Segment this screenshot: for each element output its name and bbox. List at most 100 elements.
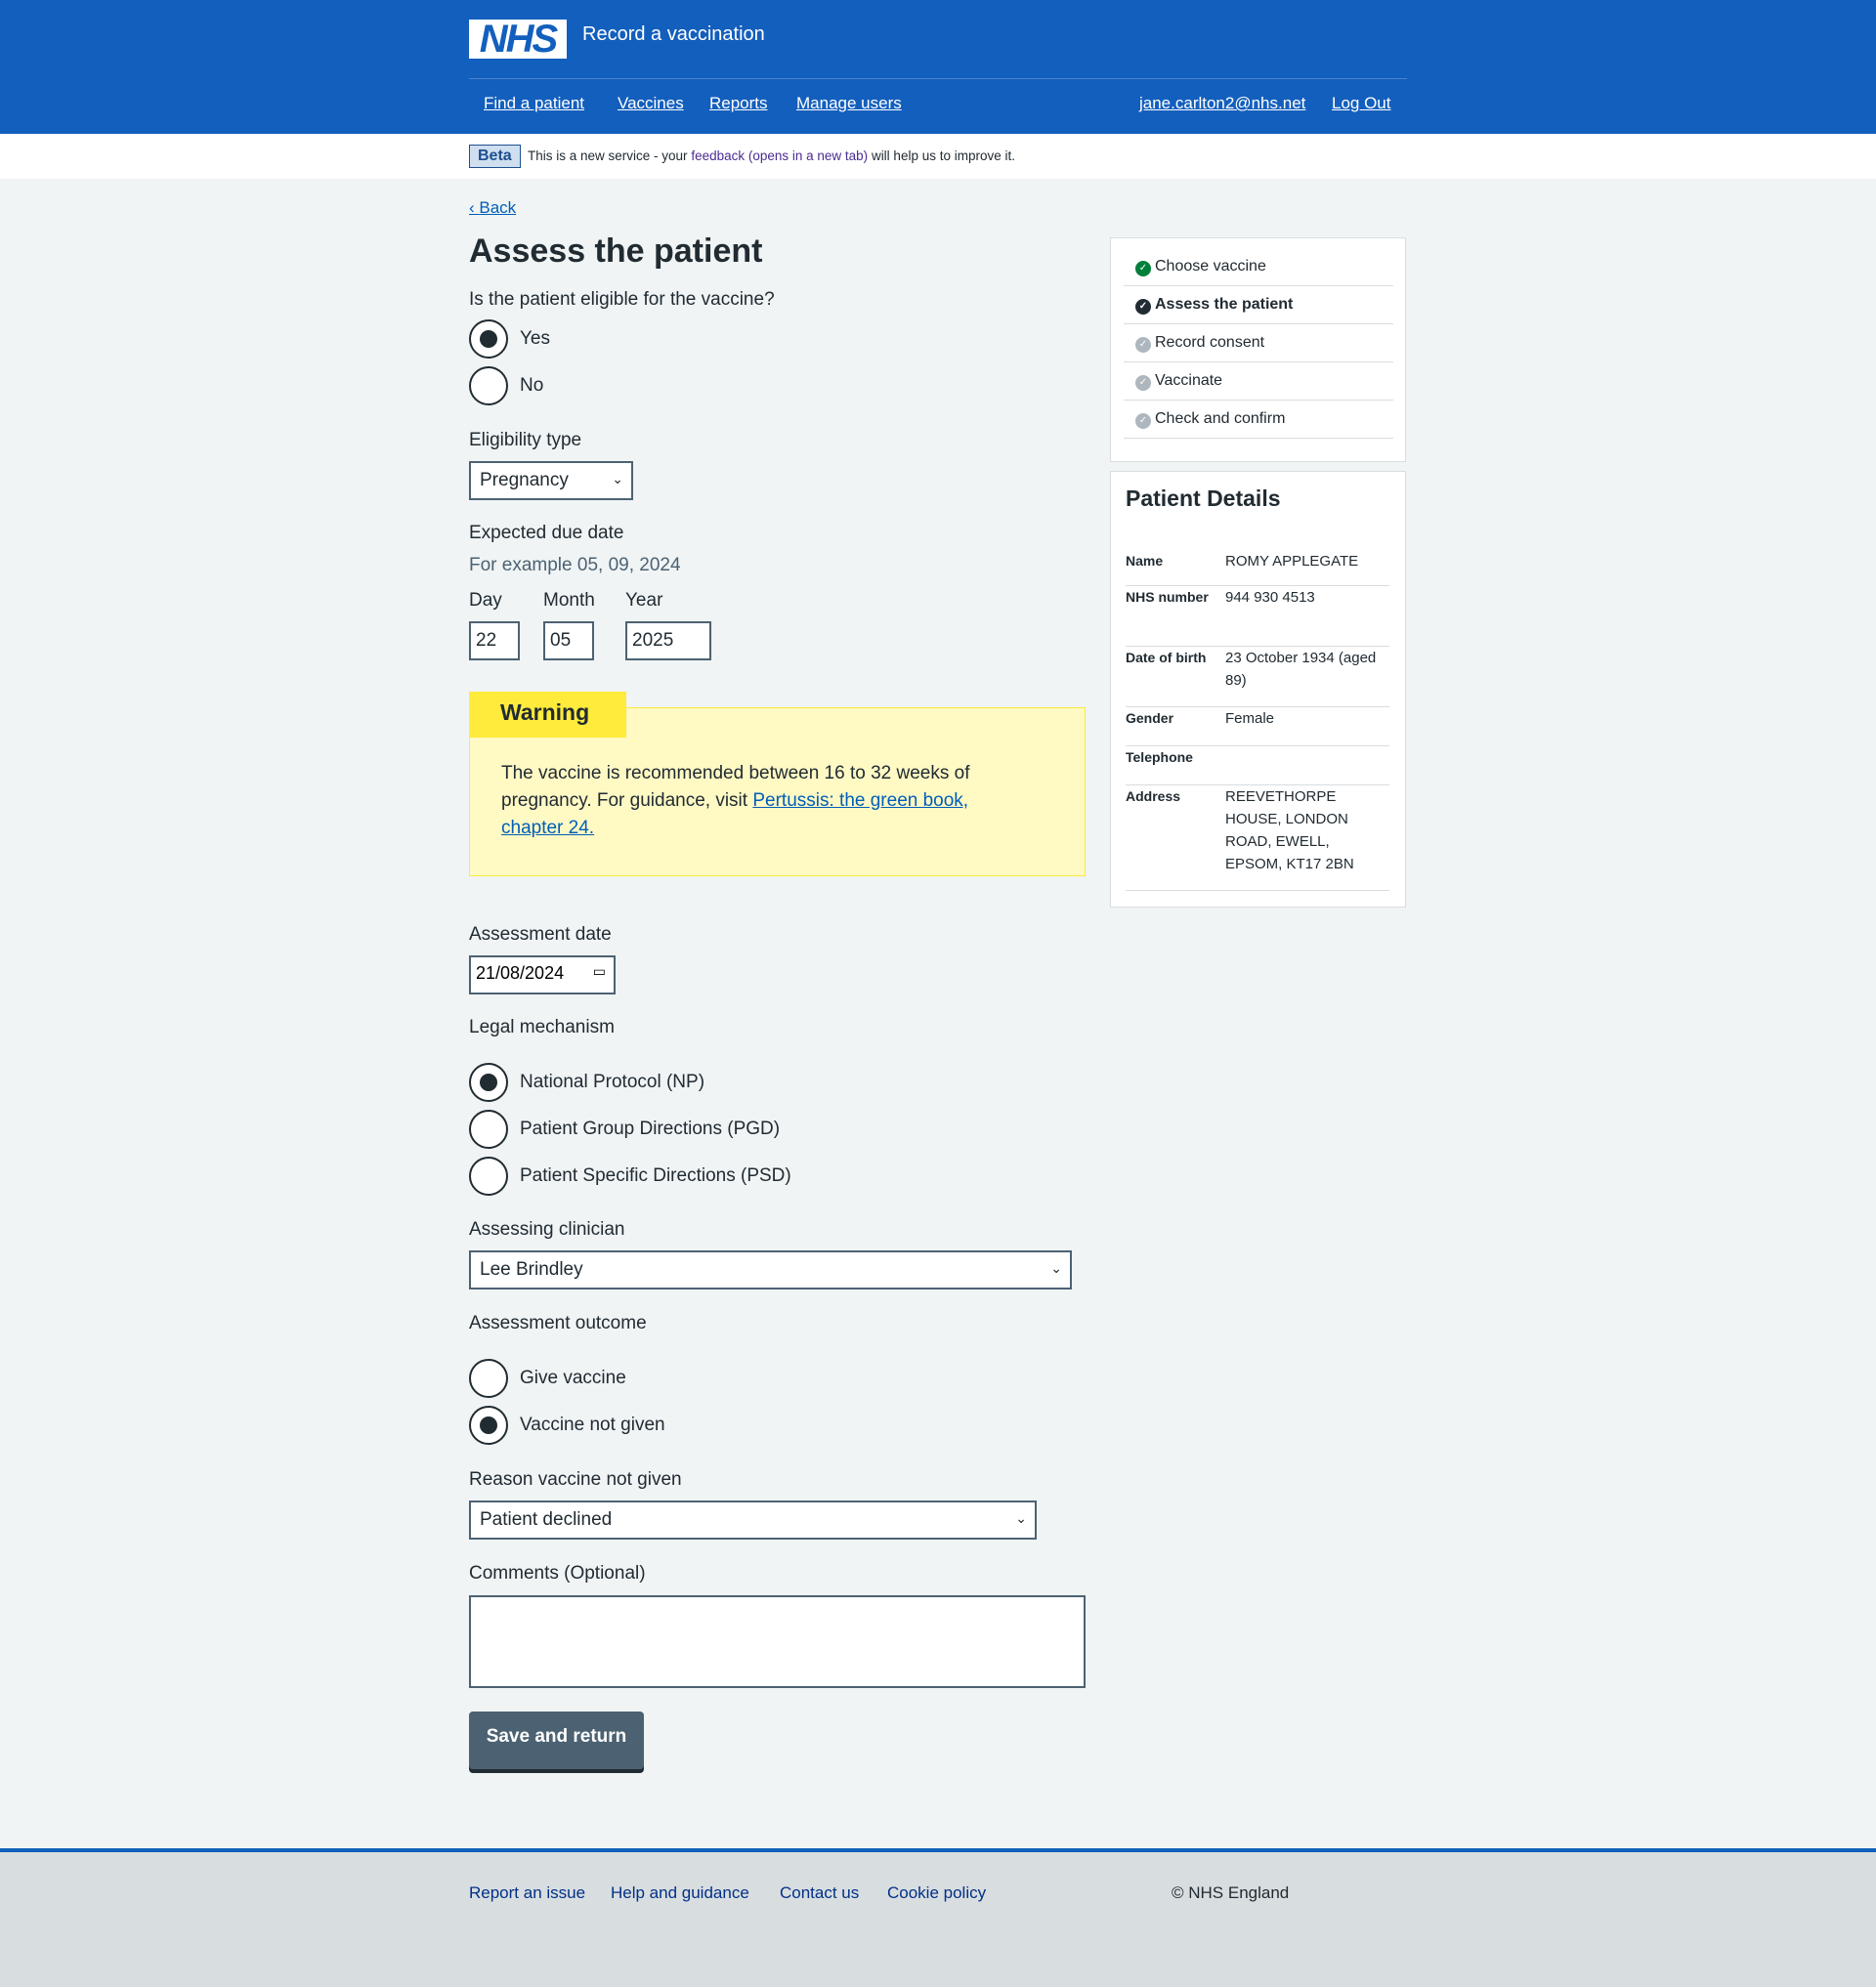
row-value: REEVETHORPE HOUSE, LONDON ROAD, EWELL, E… [1225, 788, 1354, 872]
check-circle-icon: ✓ [1135, 261, 1151, 276]
radio-not-given-label[interactable]: Vaccine not given [520, 1415, 665, 1436]
assessment-date-label: Assessment date [469, 924, 612, 945]
radio-no-label[interactable]: No [520, 375, 543, 397]
row-key: Date of birth [1126, 650, 1207, 665]
footer-help[interactable]: Help and guidance [611, 1883, 749, 1903]
step-check-and-confirm[interactable]: ✓ Check and confirm [1124, 401, 1393, 439]
footer-cookie[interactable]: Cookie policy [887, 1883, 986, 1903]
patient-row: Gender Female [1126, 707, 1389, 746]
legal-mechanism-label: Legal mechanism [469, 1017, 615, 1037]
eligibility-type-value: Pregnancy [480, 470, 569, 490]
footer-contact[interactable]: Contact us [780, 1883, 859, 1903]
patient-row: NHS number 944 930 4513 [1126, 586, 1389, 647]
row-value: 23 October 1934 (aged 89) [1225, 650, 1377, 689]
radio-pgd[interactable] [469, 1110, 508, 1149]
clinician-label: Assessing clinician [469, 1219, 625, 1240]
eligibility-type-select[interactable]: Pregnancy ⌄ [469, 461, 633, 500]
assessment-date-value: 21/08/2024 [476, 963, 565, 983]
row-value: 944 930 4513 [1225, 589, 1315, 606]
due-date-hint: For example 05, 09, 2024 [469, 555, 681, 575]
reason-select[interactable]: Patient declined ⌄ [469, 1501, 1037, 1540]
patient-row: Telephone [1126, 746, 1389, 785]
beta-tag: Beta [469, 145, 521, 168]
radio-psd[interactable] [469, 1157, 508, 1196]
radio-pgd-label[interactable]: Patient Group Directions (PGD) [520, 1119, 780, 1140]
back-label: Back [479, 198, 517, 217]
warning-text: The vaccine is recommended between 16 to… [501, 760, 1009, 842]
check-circle-icon: ✓ [1135, 337, 1151, 353]
radio-yes[interactable] [469, 319, 508, 359]
patient-row: Address REEVETHORPE HOUSE, LONDON ROAD, E… [1126, 785, 1389, 891]
user-email-link[interactable]: jane.carlton2@nhs.net [1139, 94, 1305, 113]
patient-details-title: Patient Details [1126, 486, 1281, 511]
step-label: Record consent [1155, 334, 1265, 351]
row-value: Female [1225, 710, 1275, 727]
step-choose-vaccine[interactable]: ✓ Choose vaccine [1124, 248, 1393, 286]
comments-label: Comments (Optional) [469, 1563, 646, 1584]
chevron-left-icon: ‹ [469, 198, 480, 217]
comments-textarea[interactable] [469, 1595, 1086, 1688]
step-record-consent[interactable]: ✓ Record consent [1124, 324, 1393, 362]
logout-link[interactable]: Log Out [1332, 94, 1391, 113]
due-date-label: Expected due date [469, 523, 624, 543]
row-key: NHS number [1126, 589, 1209, 605]
row-value: ROMY APPLEGATE [1225, 553, 1359, 570]
page-title: Assess the patient [469, 233, 763, 270]
radio-no[interactable] [469, 366, 508, 405]
day-input[interactable]: 22 [469, 621, 520, 660]
header [0, 0, 1876, 134]
nav-manage-users[interactable]: Manage users [796, 94, 902, 113]
chevron-down-icon: ⌄ [1050, 1260, 1062, 1276]
back-link[interactable]: ‹ Back [469, 198, 516, 218]
divider [469, 78, 1407, 79]
copyright: © NHS England [1172, 1883, 1290, 1902]
row-key: Telephone [1126, 749, 1193, 765]
row-key: Address [1126, 788, 1181, 804]
step-label: Choose vaccine [1155, 258, 1266, 275]
nhs-logo[interactable]: NHS [469, 20, 567, 59]
footer-report-issue[interactable]: Report an issue [469, 1883, 585, 1903]
radio-yes-label[interactable]: Yes [520, 328, 550, 350]
clinician-value: Lee Brindley [480, 1259, 583, 1280]
calendar-icon[interactable]: ▭ [593, 963, 606, 980]
nav-find-patient[interactable]: Find a patient [484, 94, 584, 113]
assessment-date-input[interactable]: 21/08/2024 ▭ [469, 955, 616, 994]
step-label: Vaccinate [1155, 372, 1223, 389]
radio-give-vaccine[interactable] [469, 1359, 508, 1398]
feedback-link[interactable]: feedback (opens in a new tab) [691, 148, 868, 163]
day-label: Day [469, 590, 502, 611]
patient-row: Name ROMY APPLEGATE [1126, 550, 1389, 586]
clinician-select[interactable]: Lee Brindley ⌄ [469, 1250, 1072, 1289]
footer [0, 1848, 1876, 1987]
radio-np-label[interactable]: National Protocol (NP) [520, 1072, 704, 1093]
radio-give-label[interactable]: Give vaccine [520, 1368, 626, 1389]
save-and-return-button[interactable]: Save and return [469, 1712, 644, 1769]
step-assess-the-patient[interactable]: ✓ Assess the patient [1124, 286, 1393, 324]
year-input[interactable]: 2025 [625, 621, 711, 660]
eligibility-type-label: Eligibility type [469, 430, 582, 450]
patient-row: Date of birth 23 October 1934 (aged 89) [1126, 647, 1389, 707]
beta-text: This is a new service - your feedback (o… [528, 148, 1015, 163]
step-label: Assess the patient [1155, 296, 1294, 313]
eligible-question: Is the patient eligible for the vaccine? [469, 289, 775, 310]
nav-vaccines[interactable]: Vaccines [618, 94, 684, 113]
radio-np[interactable] [469, 1063, 508, 1102]
step-vaccinate[interactable]: ✓ Vaccinate [1124, 362, 1393, 401]
check-circle-icon: ✓ [1135, 299, 1151, 315]
radio-psd-label[interactable]: Patient Specific Directions (PSD) [520, 1165, 791, 1187]
row-key: Gender [1126, 710, 1174, 726]
service-name[interactable]: Record a vaccination [582, 23, 765, 46]
step-label: Check and confirm [1155, 410, 1286, 427]
year-label: Year [625, 590, 663, 611]
row-key: Name [1126, 553, 1164, 569]
month-label: Month [543, 590, 595, 611]
radio-not-given[interactable] [469, 1406, 508, 1445]
check-circle-icon: ✓ [1135, 413, 1151, 429]
check-circle-icon: ✓ [1135, 375, 1151, 391]
beta-pre: This is a new service - your [528, 148, 692, 163]
month-input[interactable]: 05 [543, 621, 594, 660]
chevron-down-icon: ⌄ [612, 471, 623, 486]
nav-reports[interactable]: Reports [709, 94, 768, 113]
beta-post: will help us to improve it. [868, 148, 1015, 163]
chevron-down-icon: ⌄ [1015, 1510, 1027, 1526]
